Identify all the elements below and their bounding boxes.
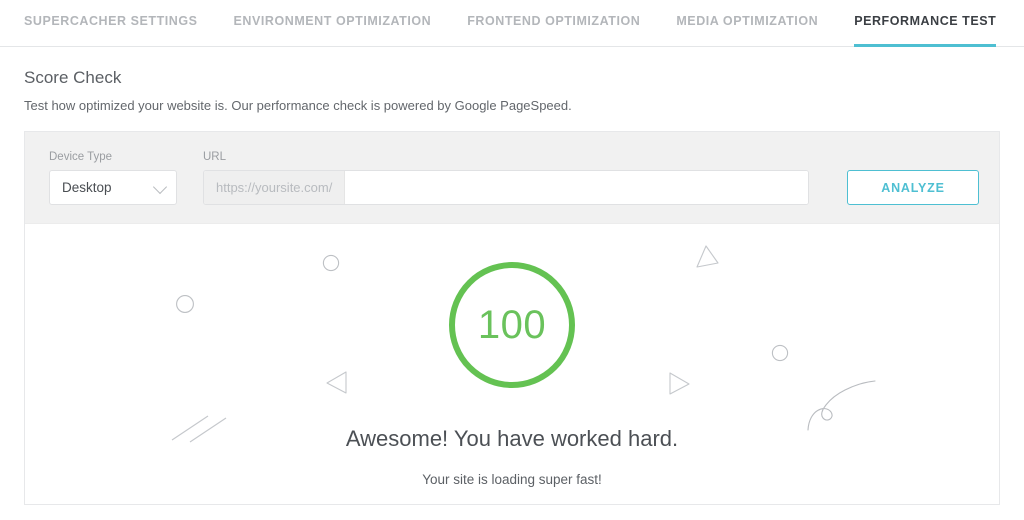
tab-performance-test[interactable]: PERFORMANCE TEST — [854, 0, 997, 47]
url-prefix-text: https://yoursite.com/ — [204, 171, 346, 205]
page-heading-section: Score Check Test how optimized your webs… — [0, 47, 1024, 113]
device-type-select[interactable]: Desktop — [49, 170, 177, 206]
tab-bar: SUPERCACHER SETTINGS ENVIRONMENT OPTIMIZ… — [0, 0, 1024, 47]
chevron-down-icon — [152, 179, 168, 194]
device-type-value: Desktop — [62, 180, 112, 196]
score-circle: 100 — [449, 262, 575, 389]
score-check-card: Device Type Desktop URL https://yoursite… — [24, 131, 1000, 506]
result-panel: 100 Awesome! You have worked hard. Your … — [25, 224, 999, 505]
tab-environment-optimization[interactable]: ENVIRONMENT OPTIMIZATION — [234, 0, 432, 46]
page-subtitle: Test how optimized your website is. Our … — [24, 97, 572, 113]
device-type-label: Device Type — [49, 150, 113, 163]
analyze-button[interactable]: ANALYZE — [847, 170, 979, 206]
tab-media-optimization[interactable]: MEDIA OPTIMIZATION — [676, 0, 818, 46]
url-input-group: https://yoursite.com/ — [203, 170, 809, 206]
tab-frontend-optimization[interactable]: FRONTEND OPTIMIZATION — [467, 0, 640, 46]
result-subtext: Your site is loading super fast! — [422, 472, 602, 488]
score-block: 100 Awesome! You have worked hard. Your … — [25, 224, 999, 487]
tab-supercacher-settings[interactable]: SUPERCACHER SETTINGS — [24, 0, 198, 46]
url-input[interactable] — [345, 171, 808, 205]
url-label: URL — [203, 150, 227, 163]
device-type-field: Device Type Desktop — [49, 150, 177, 206]
score-value: 100 — [477, 303, 547, 348]
result-headline: Awesome! You have worked hard. — [345, 426, 679, 452]
page-title: Score Check — [24, 68, 122, 87]
url-field: URL https://yoursite.com/ — [203, 150, 847, 206]
analyze-form: Device Type Desktop URL https://yoursite… — [25, 132, 999, 225]
